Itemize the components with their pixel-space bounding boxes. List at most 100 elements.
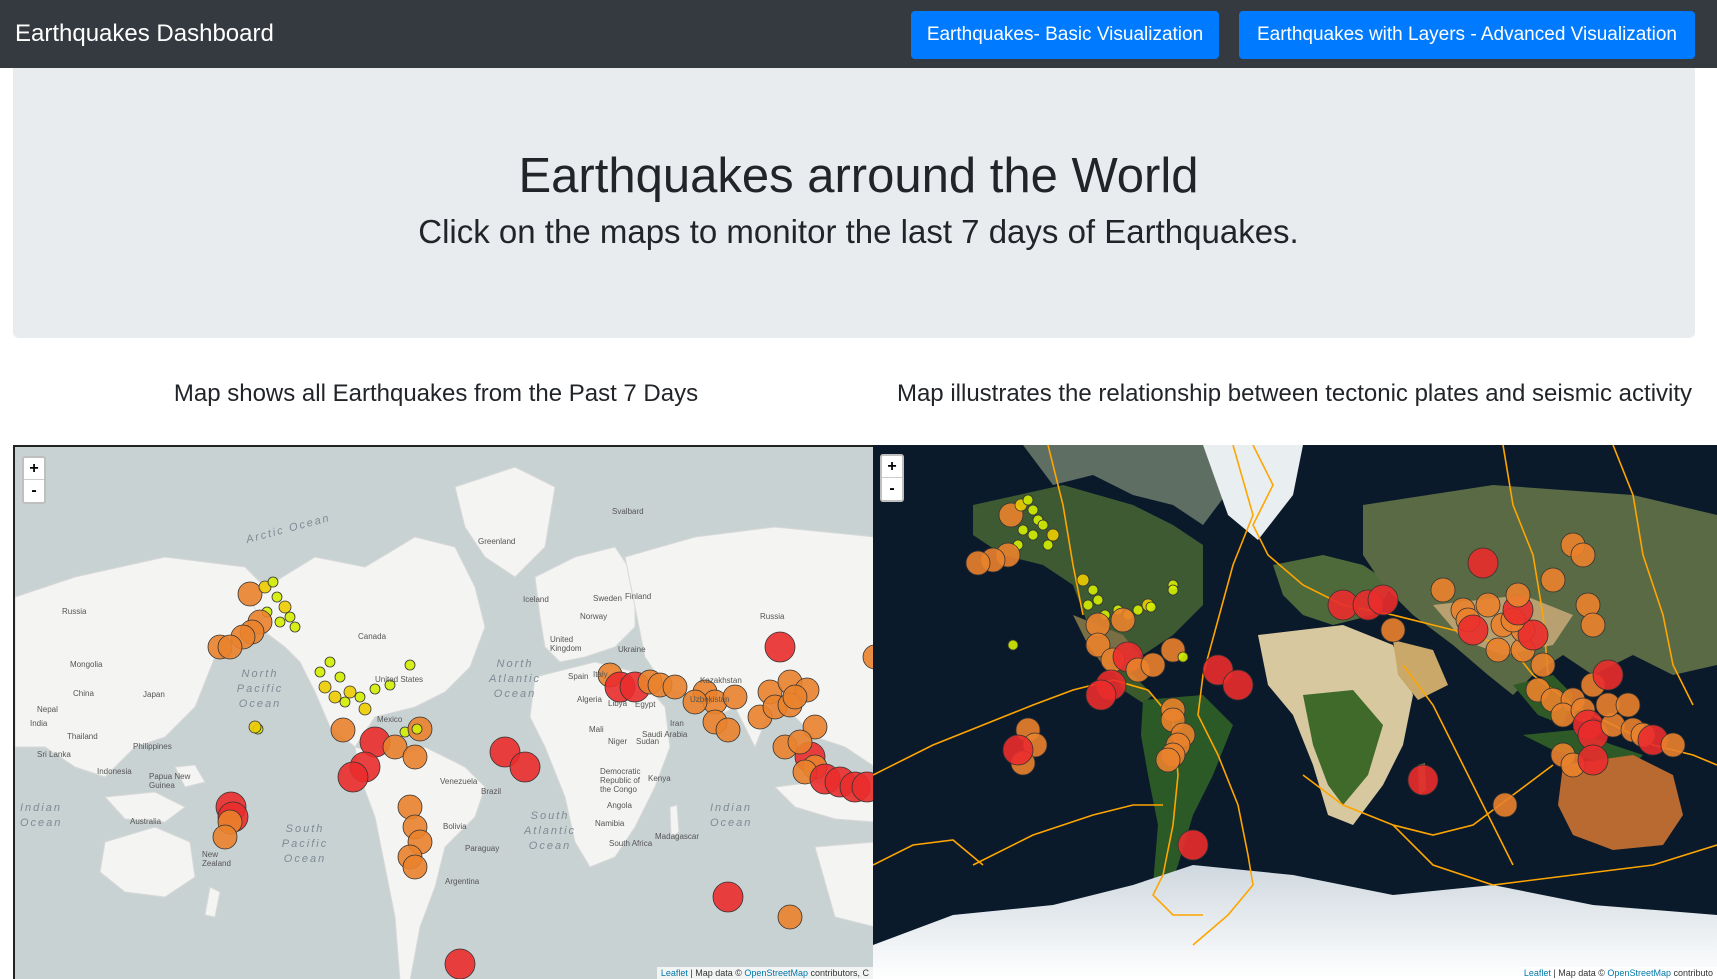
earthquake-marker[interactable]	[1475, 592, 1501, 618]
place-label: China	[73, 689, 94, 698]
basic-map-canvas[interactable]	[15, 447, 873, 979]
earthquake-marker[interactable]	[1505, 582, 1531, 608]
earthquake-marker[interactable]	[965, 550, 991, 576]
earthquake-marker[interactable]	[715, 717, 741, 743]
earthquake-marker[interactable]	[1467, 547, 1499, 579]
earthquake-marker[interactable]	[777, 904, 803, 930]
earthquake-marker[interactable]	[1155, 747, 1181, 773]
osm-link[interactable]: OpenStreetMap	[744, 968, 808, 978]
earthquake-marker[interactable]	[402, 854, 428, 880]
advanced-map-caption: Map illustrates the relationship between…	[896, 380, 1693, 407]
earthquake-marker[interactable]	[1167, 584, 1179, 596]
earthquake-marker[interactable]	[1222, 669, 1254, 701]
basic-visualization-button[interactable]: Earthquakes- Basic Visualization	[911, 11, 1219, 59]
earthquake-marker[interactable]	[318, 680, 332, 694]
earthquake-marker[interactable]	[369, 683, 381, 695]
earthquake-marker[interactable]	[237, 581, 263, 607]
earthquake-marker[interactable]	[1457, 614, 1489, 646]
earthquake-marker[interactable]	[1592, 659, 1624, 691]
earthquake-marker[interactable]	[1380, 617, 1406, 643]
earthquake-marker[interactable]	[217, 634, 243, 660]
earthquake-marker[interactable]	[1570, 542, 1596, 568]
earthquake-marker[interactable]	[1027, 529, 1039, 541]
earthquake-marker[interactable]	[764, 631, 796, 663]
leaflet-link[interactable]: Leaflet	[661, 968, 688, 978]
earthquake-marker[interactable]	[1615, 692, 1641, 718]
advanced-visualization-button[interactable]: Earthquakes with Layers - Advanced Visua…	[1239, 11, 1695, 59]
earthquake-marker[interactable]	[314, 666, 326, 678]
place-label: United Kingdom	[550, 635, 582, 653]
earthquake-marker[interactable]	[328, 690, 342, 704]
earthquake-marker[interactable]	[334, 671, 346, 683]
ocean-label: North Atlantic Ocean	[488, 658, 542, 700]
earthquake-marker[interactable]	[354, 691, 366, 703]
earthquake-marker[interactable]	[1145, 601, 1157, 613]
earthquake-marker[interactable]	[662, 674, 688, 700]
earthquake-marker[interactable]	[1037, 519, 1049, 531]
earthquake-marker[interactable]	[404, 659, 416, 671]
earthquake-marker[interactable]	[1177, 651, 1189, 663]
earthquake-marker[interactable]	[1140, 652, 1166, 678]
earthquake-marker[interactable]	[1580, 612, 1606, 638]
earthquake-marker[interactable]	[509, 751, 541, 783]
basic-map-zoom-control[interactable]: + -	[22, 456, 46, 504]
earthquake-marker[interactable]	[782, 684, 808, 710]
earthquake-marker[interactable]	[212, 824, 238, 850]
earthquake-marker[interactable]	[278, 600, 292, 614]
earthquake-marker[interactable]	[289, 621, 301, 633]
earthquake-marker[interactable]	[1485, 637, 1511, 663]
earthquake-marker[interactable]	[1027, 504, 1039, 516]
advanced-earthquake-map[interactable]: + - Leaflet | Map data © OpenStreetMap c…	[873, 445, 1717, 979]
earthquake-marker[interactable]	[1007, 639, 1019, 651]
earthquake-marker[interactable]	[1087, 584, 1099, 596]
navbar-brand[interactable]: Earthquakes Dashboard	[15, 20, 274, 48]
earthquake-marker[interactable]	[267, 576, 279, 588]
earthquake-marker[interactable]	[1082, 599, 1094, 611]
earthquake-marker[interactable]	[1492, 792, 1518, 818]
zoom-in-button[interactable]: +	[24, 458, 44, 480]
earthquake-marker[interactable]	[1042, 539, 1054, 551]
earthquake-marker[interactable]	[1407, 764, 1439, 796]
earthquake-marker[interactable]	[1085, 679, 1117, 711]
basic-earthquake-map[interactable]: Arctic Ocean North Pacific Ocean North A…	[13, 445, 873, 979]
advanced-map-zoom-control[interactable]: + -	[880, 454, 904, 502]
earthquake-marker[interactable]	[330, 717, 356, 743]
place-label: Sri Lanka	[37, 750, 71, 759]
earthquake-marker[interactable]	[274, 616, 286, 628]
earthquake-marker[interactable]	[402, 744, 428, 770]
advanced-map-canvas[interactable]	[873, 445, 1717, 979]
earthquake-marker[interactable]	[248, 720, 262, 734]
earthquake-marker[interactable]	[1660, 732, 1686, 758]
earthquake-marker[interactable]	[1076, 573, 1090, 587]
earthquake-marker[interactable]	[1177, 829, 1209, 861]
earthquake-marker[interactable]	[271, 591, 283, 603]
earthquake-marker[interactable]	[787, 729, 813, 755]
earthquake-marker[interactable]	[1577, 744, 1609, 776]
earthquake-marker[interactable]	[1367, 584, 1399, 616]
earthquake-marker[interactable]	[358, 702, 372, 716]
earthquake-marker[interactable]	[411, 723, 423, 735]
earthquake-marker[interactable]	[1002, 734, 1034, 766]
place-label: Philippines	[133, 742, 172, 751]
earthquake-marker[interactable]	[1110, 607, 1136, 633]
earthquake-marker[interactable]	[1017, 524, 1029, 536]
earthquake-marker[interactable]	[324, 656, 336, 668]
zoom-out-button[interactable]: -	[882, 478, 902, 500]
earthquake-marker[interactable]	[1540, 567, 1566, 593]
earthquake-marker[interactable]	[1022, 494, 1034, 506]
earthquake-marker[interactable]	[1046, 528, 1060, 542]
leaflet-link[interactable]: Leaflet	[1524, 968, 1551, 978]
osm-link[interactable]: OpenStreetMap	[1607, 968, 1671, 978]
earthquake-marker[interactable]	[712, 881, 744, 913]
earthquake-marker[interactable]	[343, 685, 357, 699]
zoom-out-button[interactable]: -	[24, 480, 44, 502]
earthquake-marker[interactable]	[444, 948, 476, 979]
earthquake-marker[interactable]	[284, 611, 296, 623]
earthquake-marker[interactable]	[337, 761, 369, 793]
earthquake-marker[interactable]	[1530, 652, 1556, 678]
zoom-in-button[interactable]: +	[882, 456, 902, 478]
earthquake-marker[interactable]	[1132, 604, 1144, 616]
earthquake-marker[interactable]	[339, 696, 351, 708]
earthquake-marker[interactable]	[1092, 594, 1104, 606]
earthquake-marker[interactable]	[1430, 577, 1456, 603]
